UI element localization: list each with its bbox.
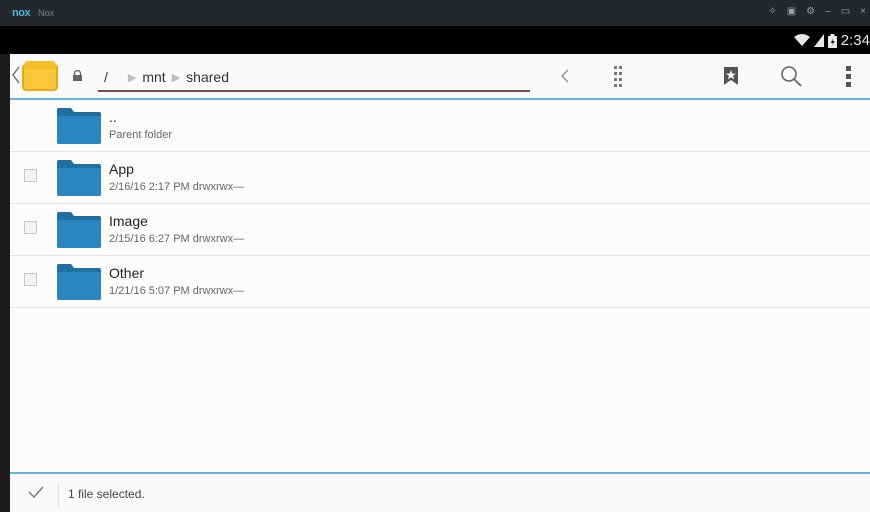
lock-icon [73, 70, 82, 81]
nox-logo: nox [12, 7, 31, 19]
signal-icon [813, 34, 824, 47]
list-item-parent-folder[interactable]: .. Parent folder [10, 100, 870, 152]
select-checkbox[interactable] [24, 221, 37, 234]
overflow-menu-button[interactable] [838, 54, 858, 98]
chevron-left-icon [561, 69, 569, 83]
divider [58, 482, 59, 508]
emulator-title-bar: nox Nox ✧ ▣ ⚙ – ▭ × [0, 0, 870, 26]
file-meta: 2/16/16 2:17 PM drwxrwx— [109, 181, 245, 193]
emulator-title: Nox [38, 8, 55, 18]
settings-icon[interactable]: ⚙ [806, 6, 815, 18]
breadcrumb-item-mnt[interactable]: mnt [142, 69, 165, 85]
search-button[interactable] [776, 54, 806, 98]
maximize-icon[interactable]: ▭ [841, 6, 850, 18]
battery-icon [827, 33, 837, 48]
wifi-icon [793, 34, 810, 46]
close-icon[interactable]: × [860, 6, 866, 18]
check-icon[interactable] [28, 486, 44, 498]
minimize-icon[interactable]: – [825, 6, 831, 18]
pin-icon[interactable]: ✧ [768, 6, 776, 18]
history-back-button[interactable] [550, 54, 580, 98]
bookmark-button[interactable] [718, 54, 744, 98]
breadcrumb-separator-icon: ▶ [171, 71, 181, 84]
file-name: App [109, 161, 134, 177]
file-meta: 1/21/16 5:07 PM drwxrwx— [109, 285, 245, 297]
grid-dots-icon [614, 66, 622, 87]
search-icon [781, 66, 802, 87]
file-name: Other [109, 265, 145, 281]
breadcrumb: / ▶ mnt ▶ shared [98, 64, 530, 92]
file-list: .. Parent folder App 2/16/16 2:17 PM drw… [10, 100, 870, 308]
select-checkbox[interactable] [24, 169, 37, 182]
list-item-app[interactable]: App 2/16/16 2:17 PM drwxrwx— [10, 152, 870, 204]
view-mode-button[interactable] [606, 54, 630, 98]
clock: 2:34 [840, 32, 870, 49]
chevron-left-icon[interactable] [12, 66, 20, 84]
selection-bar: 1 file selected. [10, 472, 870, 512]
folder-icon [57, 212, 101, 248]
file-meta: 2/15/16 6:27 PM drwxrwx— [109, 233, 245, 245]
screenshot-icon[interactable]: ▣ [787, 6, 796, 18]
app-folder-icon[interactable] [22, 61, 58, 91]
list-item-other[interactable]: Other 1/21/16 5:07 PM drwxrwx— [10, 256, 870, 308]
folder-icon [57, 264, 101, 300]
breadcrumb-separator-icon: ▶ [127, 71, 137, 84]
selection-status: 1 file selected. [68, 487, 145, 501]
window-controls: ✧ ▣ ⚙ – ▭ × [768, 6, 866, 18]
breadcrumb-item-shared[interactable]: shared [186, 69, 229, 85]
action-bar: / ▶ mnt ▶ shared [10, 54, 870, 100]
select-checkbox[interactable] [24, 273, 37, 286]
file-meta: Parent folder [109, 129, 172, 141]
breadcrumb-item-root[interactable]: / [104, 69, 108, 85]
android-status-bar: 2:34 [0, 26, 870, 54]
file-manager-app: / ▶ mnt ▶ shared .. Parent folder App 2/… [10, 54, 870, 512]
status-icons: 2:34 [793, 32, 870, 49]
emulator-window: nox Nox ✧ ▣ ⚙ – ▭ × 2:34 / ▶ mnt ▶ share… [0, 0, 870, 512]
file-name: Image [109, 213, 148, 229]
folder-icon [57, 108, 101, 144]
bookmark-star-icon [724, 67, 738, 85]
more-vert-icon [845, 66, 851, 87]
file-name: .. [109, 109, 117, 125]
list-item-image[interactable]: Image 2/15/16 6:27 PM drwxrwx— [10, 204, 870, 256]
folder-icon [57, 160, 101, 196]
